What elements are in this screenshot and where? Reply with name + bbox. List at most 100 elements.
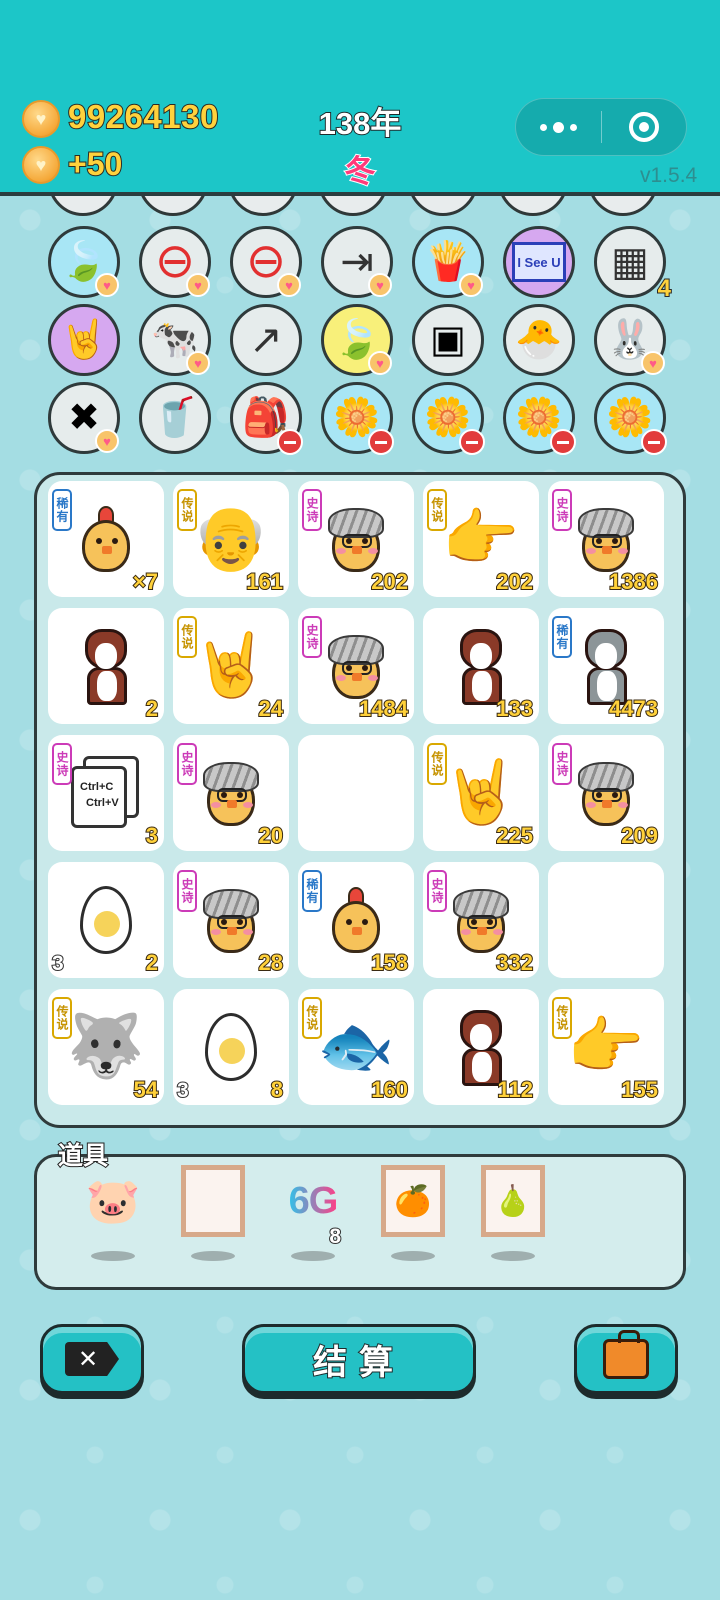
rarity-tag: 稀有: [552, 616, 572, 658]
oranges-frame-prop[interactable]: 🍊: [373, 1165, 453, 1275]
flower-pot-icon[interactable]: 🌼: [412, 382, 485, 455]
remove-badge-icon[interactable]: [368, 429, 394, 455]
grid-cell-bald-head[interactable]: 👴 传说 161: [173, 481, 289, 597]
cell-value: 332: [495, 949, 534, 976]
grid-cell-dog-grey[interactable]: 稀有 4473: [548, 608, 664, 724]
grid-cell-egg[interactable]: 23: [48, 862, 164, 978]
no-entry-icon[interactable]: ⊖ ♥: [230, 226, 302, 298]
remove-badge-icon[interactable]: [459, 429, 485, 455]
cell-countdown: 3: [176, 1078, 190, 1103]
income-amount: +50: [67, 145, 123, 183]
grid-cell-point-hand[interactable]: 👉 传说 155: [548, 989, 664, 1105]
empty-frame-icon: [181, 1165, 245, 1237]
grid-cell-grey-chick[interactable]: 史诗 209: [548, 735, 664, 851]
cell-value: ×7: [132, 568, 159, 595]
flower-pot-icon[interactable]: 🌼: [321, 382, 394, 455]
rabbit-icon[interactable]: 🐰 ♥: [594, 304, 666, 376]
prop-shadow: [191, 1251, 235, 1261]
heart-badge-icon: ♥: [95, 273, 119, 297]
cell-value: 1386: [608, 568, 659, 595]
empty-slot[interactable]: [298, 735, 414, 851]
rarity-tag: 史诗: [552, 489, 572, 531]
rarity-tag: 传说: [302, 997, 322, 1039]
leaf-icon[interactable]: 🍃 ♥: [321, 304, 393, 376]
skip-icon[interactable]: ⇥ ♥: [321, 226, 393, 298]
cell-value: 202: [370, 568, 409, 595]
grid-cell-rock-hand[interactable]: 🤘 传说 24: [173, 608, 289, 724]
tea-cup-icon-glyph: 🥤: [151, 397, 199, 439]
egg-tray-icon[interactable]: ▦ 4: [594, 226, 672, 302]
prop-shadow: [391, 1251, 435, 1261]
props-label: 道具: [57, 1141, 109, 1171]
paste-text: Ctrl+V: [86, 797, 119, 809]
money-amount: 99264130: [67, 97, 219, 136]
cell-value: 54: [132, 1076, 159, 1103]
cell-value: 8: [270, 1076, 284, 1103]
empty-frame-prop[interactable]: [173, 1165, 253, 1275]
grid-cell-dog-brown[interactable]: 2: [48, 608, 164, 724]
heart-badge-icon: ♥: [641, 351, 665, 375]
copy-text: Ctrl+C: [80, 781, 114, 793]
grid-cell-grey-chick[interactable]: 史诗 20: [173, 735, 289, 851]
grid-cell-grey-chick[interactable]: 史诗 1386: [548, 481, 664, 597]
rarity-tag: 传说: [427, 489, 447, 531]
grid-cell-egg[interactable]: 83: [173, 989, 289, 1105]
egg-tray-icon-glyph: ▦: [611, 240, 649, 284]
leaf-icon[interactable]: 🍃 ♥: [48, 226, 120, 298]
grid-cell-copy-paste[interactable]: Ctrl+C Ctrl+V 史诗 3: [48, 735, 164, 851]
version-label: v1.5.4: [640, 164, 698, 187]
props-panel: 🐷 6G 8 🍊 🍐: [34, 1154, 686, 1290]
rarity-tag: 稀有: [52, 489, 72, 531]
heart-badge-icon: ♥: [95, 429, 119, 453]
no-entry-icon[interactable]: ⊖ ♥: [139, 226, 211, 298]
pear-frame-prop[interactable]: 🍐: [473, 1165, 553, 1275]
prop-count: 8: [328, 1224, 342, 1249]
remove-badge-icon[interactable]: [641, 429, 667, 455]
grid-cell-husky-king[interactable]: 🐺 传说 54: [48, 989, 164, 1105]
grid-cell-grey-chick[interactable]: 史诗 202: [298, 481, 414, 597]
rarity-tag: 传说: [177, 616, 197, 658]
grid-cell-chick[interactable]: 稀有 ×7: [48, 481, 164, 597]
cell-value: 2: [145, 695, 159, 722]
cows-icon[interactable]: 🐄 ♥: [139, 304, 211, 376]
target-icon[interactable]: [602, 112, 687, 142]
fries-icon[interactable]: 🍟 ♥: [412, 226, 484, 298]
grid-cell-koi[interactable]: 🐟 传说 160: [298, 989, 414, 1105]
cell-value: 28: [257, 949, 284, 976]
x-tag-icon[interactable]: ✖ ♥: [48, 382, 120, 454]
rarity-tag: 传说: [52, 997, 72, 1039]
briefcase-icon: [603, 1330, 649, 1379]
flower-pot-icon[interactable]: 🌼: [594, 382, 667, 455]
x-tag-icon-glyph: ✖: [68, 397, 100, 439]
sack-icon[interactable]: 🎒: [230, 382, 303, 455]
tea-cup-icon[interactable]: 🥤: [139, 382, 211, 454]
piggy-bank-prop[interactable]: 🐷: [73, 1165, 153, 1275]
grid-cell-dog-brown[interactable]: 112: [423, 989, 539, 1105]
settle-button[interactable]: 结算: [242, 1324, 476, 1394]
grid-cell-dog-brown[interactable]: 133: [423, 608, 539, 724]
grid-cell-grey-chick[interactable]: 史诗 28: [173, 862, 289, 978]
more-icon[interactable]: [516, 121, 601, 133]
arrow-up-icon[interactable]: ↗: [230, 304, 302, 376]
cell-value: 3: [145, 822, 159, 849]
grid-cell-grey-chick[interactable]: 史诗 332: [423, 862, 539, 978]
grid-cell-point-hand[interactable]: 👉 传说 202: [423, 481, 539, 597]
grid-cell-grey-chick[interactable]: 史诗 1484: [298, 608, 414, 724]
time-magazine-icon-glyph: ▣: [430, 319, 466, 361]
chick-egg-icon[interactable]: 🐣: [503, 304, 575, 376]
flower-pot-icon[interactable]: 🌼: [503, 382, 576, 455]
time-magazine-icon[interactable]: ▣: [412, 304, 484, 376]
rock-hand-icon[interactable]: 🤘: [48, 304, 120, 376]
grid-cell-chick[interactable]: 稀有 158: [298, 862, 414, 978]
empty-slot[interactable]: [548, 862, 664, 978]
i-see-u-icon[interactable]: I See U: [503, 226, 575, 298]
remove-badge-icon[interactable]: [550, 429, 576, 455]
bag-button[interactable]: [574, 1324, 678, 1394]
empty-icon: [298, 735, 414, 851]
discard-button[interactable]: ✕: [40, 1324, 144, 1394]
6g-prop[interactable]: 6G 8: [273, 1165, 353, 1275]
partial-icon-row: [48, 196, 668, 218]
remove-badge-icon[interactable]: [277, 429, 303, 455]
grid-cell-rock-hand[interactable]: 🤘 传说 225: [423, 735, 539, 851]
heart-badge-icon: ♥: [277, 273, 301, 297]
